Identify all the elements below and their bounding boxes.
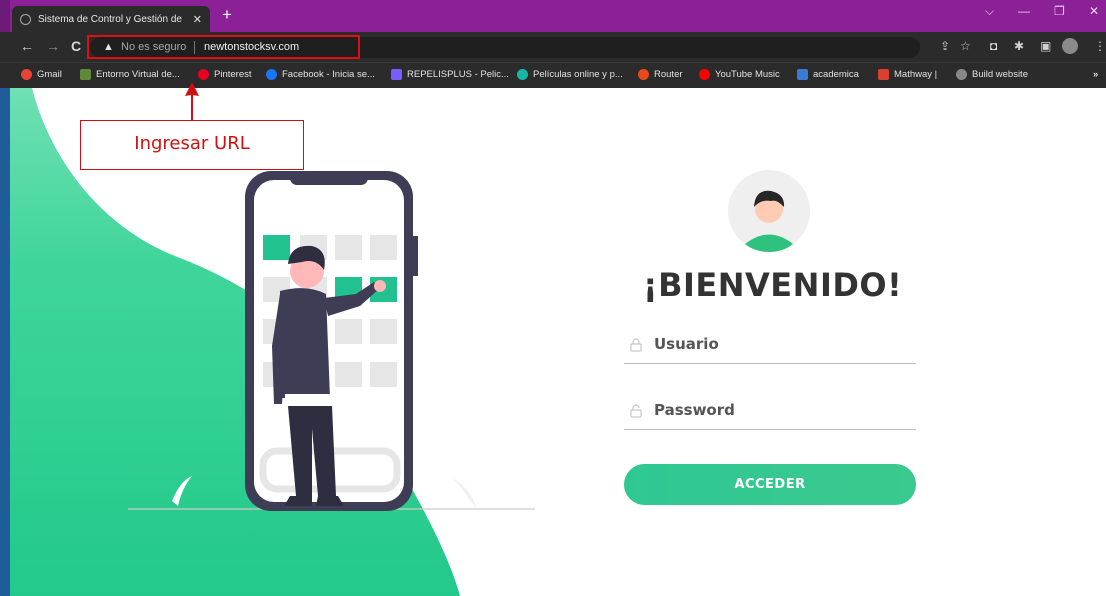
side-panel-icon[interactable]: ▣ xyxy=(1040,40,1051,53)
password-placeholder: Password xyxy=(654,401,735,419)
avatar-icon xyxy=(728,170,810,252)
tab-search-icon[interactable]: ⌵ xyxy=(985,4,994,19)
bookmark-favicon xyxy=(797,69,808,80)
reload-icon[interactable]: C xyxy=(71,39,81,53)
tab-bar: Sistema de Control y Gestión de ✕ + ⌵ — … xyxy=(0,0,1106,32)
bookmark-label: Películas online y p... xyxy=(533,69,623,80)
more-bookmarks-button[interactable]: » xyxy=(1093,69,1098,80)
bookmark-mathway[interactable]: Mathway | xyxy=(878,69,937,80)
bookmark-router[interactable]: Router xyxy=(638,69,683,80)
phone-illustration xyxy=(128,171,535,511)
bookmark-repelisplus[interactable]: REPELISPLUS - Pelic... xyxy=(391,69,509,80)
bookmark-label: Build website xyxy=(972,69,1028,80)
login-button[interactable]: ACCEDER xyxy=(624,464,916,505)
tab-active[interactable]: Sistema de Control y Gestión de ✕ xyxy=(12,6,210,32)
bookmark-label: Mathway | xyxy=(894,69,938,80)
bookmark-label: YouTube Music xyxy=(715,69,780,80)
bookmark-label: Router xyxy=(654,69,683,80)
maximize-button[interactable]: ❐ xyxy=(1054,4,1065,18)
bookmark-build-website[interactable]: Build website xyxy=(956,69,1028,80)
bookmark-peliculas[interactable]: Películas online y p... xyxy=(517,69,623,80)
bookmark-gmail[interactable]: Gmail xyxy=(21,69,62,80)
annotation-arrow xyxy=(185,82,199,120)
url-highlight-box xyxy=(87,35,360,59)
profile-avatar-icon[interactable] xyxy=(1062,38,1078,54)
bookmark-label: REPELISPLUS - Pelic... xyxy=(407,69,509,80)
bookmark-facebook[interactable]: Facebook - Inicia se... xyxy=(266,69,375,80)
bookmark-favicon xyxy=(956,69,967,80)
bookmarks-bar: Gmail Entorno Virtual de... Pinterest Fa… xyxy=(0,62,1106,88)
username-placeholder: Usuario xyxy=(654,335,719,353)
extensions-puzzle-icon[interactable]: ✱ xyxy=(1014,40,1024,53)
bookmark-label: Gmail xyxy=(37,69,62,80)
share-icon[interactable]: ⇪ xyxy=(940,40,950,53)
back-icon[interactable]: ← xyxy=(20,39,34,53)
bookmark-academica[interactable]: academica xyxy=(797,69,859,80)
unlock-icon xyxy=(630,404,642,418)
menu-icon[interactable]: ⋮ xyxy=(1094,40,1106,53)
extension-shield-icon[interactable]: ◘ xyxy=(990,40,997,53)
window-left-edge xyxy=(0,88,10,596)
globe-icon xyxy=(20,13,31,25)
username-field[interactable]: Usuario xyxy=(624,330,916,364)
tab-close-icon[interactable]: ✕ xyxy=(193,13,202,26)
bookmark-favicon xyxy=(198,69,209,80)
bookmark-label: academica xyxy=(813,69,859,80)
tab-title: Sistema de Control y Gestión de xyxy=(38,13,182,25)
password-field[interactable]: Password xyxy=(624,396,916,430)
bookmark-favicon xyxy=(80,69,91,80)
bookmark-favicon xyxy=(699,69,710,80)
minimize-button[interactable]: — xyxy=(1018,4,1030,18)
forward-icon[interactable]: → xyxy=(46,39,60,53)
new-tab-button[interactable]: + xyxy=(222,6,232,24)
bookmark-pinterest[interactable]: Pinterest xyxy=(198,69,252,80)
bookmark-favicon xyxy=(391,69,402,80)
close-window-button[interactable]: ✕ xyxy=(1089,4,1099,18)
annotation-label: Ingresar URL xyxy=(134,133,250,154)
bookmark-star-icon[interactable]: ☆ xyxy=(960,40,971,53)
bookmark-label: Facebook - Inicia se... xyxy=(282,69,375,80)
bookmark-favicon xyxy=(21,69,32,80)
lock-icon xyxy=(630,338,642,352)
welcome-heading: ¡BIENVENIDO! xyxy=(643,266,903,304)
tab-bar-edge xyxy=(0,0,10,32)
bookmark-label: Entorno Virtual de... xyxy=(96,69,180,80)
bookmark-favicon xyxy=(638,69,649,80)
bookmark-favicon xyxy=(517,69,528,80)
annotation-callout: Ingresar URL xyxy=(80,120,304,170)
bookmark-favicon xyxy=(266,69,277,80)
bookmark-entorno[interactable]: Entorno Virtual de... xyxy=(80,69,180,80)
browser-window: Sistema de Control y Gestión de ✕ + ⌵ — … xyxy=(0,0,1106,596)
bookmark-favicon xyxy=(878,69,889,80)
bookmark-label: Pinterest xyxy=(214,69,252,80)
bookmark-youtube-music[interactable]: YouTube Music xyxy=(699,69,780,80)
